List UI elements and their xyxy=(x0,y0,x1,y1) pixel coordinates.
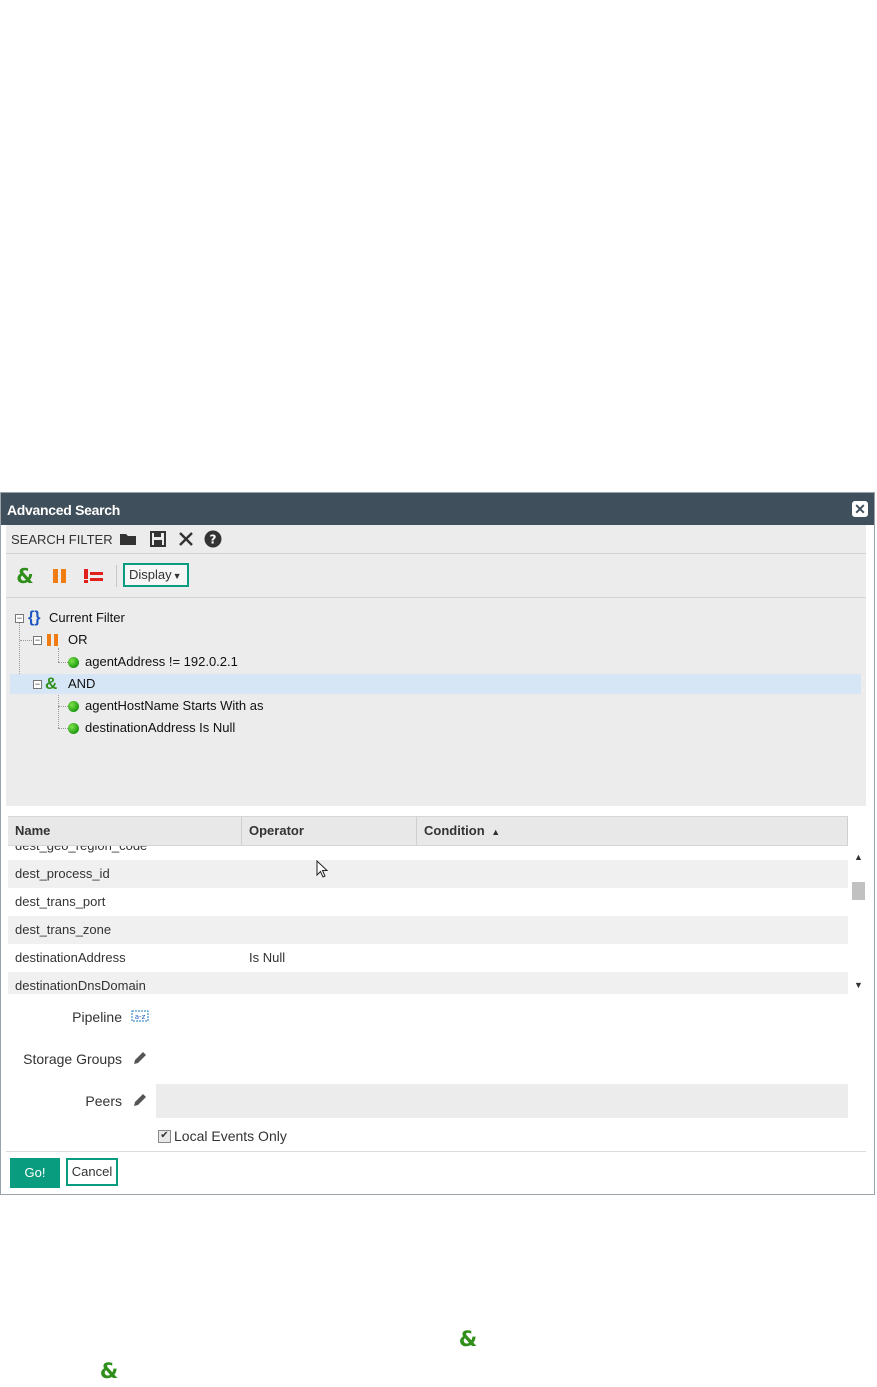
advanced-search-dialog: Advanced Search ✕ SEARCH FILTER ? & Disp… xyxy=(0,492,875,1195)
cell-name: dest_trans_port xyxy=(15,894,106,909)
help-icon[interactable]: ? xyxy=(204,530,222,548)
search-filter-bar: SEARCH FILTER ? xyxy=(6,525,866,554)
display-label: Display xyxy=(129,567,172,582)
table-row[interactable]: destinationDnsDomain xyxy=(8,972,848,994)
column-header-operator[interactable]: Operator xyxy=(242,817,417,845)
svg-text:&: & xyxy=(459,1327,477,1350)
storage-groups-label: Storage Groups xyxy=(23,1051,122,1067)
pipeline-label: Pipeline xyxy=(72,1009,122,1025)
not-icon[interactable] xyxy=(82,565,104,587)
cell-name: dest_trans_zone xyxy=(15,922,112,937)
peers-row: Peers xyxy=(6,1080,866,1123)
local-events-checkbox[interactable]: ✔ xyxy=(158,1130,171,1143)
cell-name: destinationDnsDomain xyxy=(15,978,146,993)
braces-icon: {} xyxy=(28,609,41,626)
tree-node-and[interactable]: − & AND xyxy=(10,674,861,694)
tree-connector xyxy=(58,662,68,663)
mouse-cursor-icon xyxy=(316,859,329,883)
edit-pencil-icon[interactable] xyxy=(132,1050,148,1071)
and-icon: & xyxy=(457,1326,479,1355)
condition-header-label: Condition xyxy=(424,823,485,838)
tree-node-or[interactable]: − OR xyxy=(28,630,328,650)
svg-text:?: ? xyxy=(210,533,217,547)
display-dropdown[interactable]: Display▼ xyxy=(123,563,189,587)
local-events-label: Local Events Only xyxy=(174,1128,287,1144)
table-row[interactable]: dest_geo_region_code xyxy=(8,846,848,860)
cell-name: destinationAddress xyxy=(15,950,126,965)
dialog-title: Advanced Search xyxy=(7,502,120,518)
go-button[interactable]: Go! xyxy=(10,1158,60,1188)
condition-dot-icon xyxy=(68,701,79,713)
tree-node-condition[interactable]: destinationAddress Is Null xyxy=(68,718,368,738)
table-row[interactable]: dest_process_id xyxy=(8,860,848,888)
and-icon: & xyxy=(98,1358,120,1387)
cell-operator: Is Null xyxy=(249,950,286,965)
cell-name: dest_geo_region_code xyxy=(15,846,147,860)
peers-field[interactable] xyxy=(156,1084,848,1118)
svg-text:&: & xyxy=(100,1359,118,1382)
table-row[interactable]: destinationAddress Is Null xyxy=(8,944,848,972)
tree-node-root[interactable]: − {} Current Filter xyxy=(10,608,310,628)
tree-condition-label: agentHostName Starts With as xyxy=(85,698,264,713)
tree-or-label: OR xyxy=(68,632,88,647)
storage-groups-row: Storage Groups xyxy=(6,1038,866,1081)
tree-node-condition[interactable]: agentHostName Starts With as xyxy=(68,696,368,716)
collapse-icon[interactable]: − xyxy=(33,680,42,689)
pipeline-icon[interactable]: a-z xyxy=(131,1009,149,1028)
column-header-name[interactable]: Name xyxy=(8,817,242,845)
close-icon[interactable]: ✕ xyxy=(852,501,868,517)
tree-connector xyxy=(58,728,68,729)
cancel-button[interactable]: Cancel xyxy=(66,1158,118,1186)
sort-asc-icon: ▲ xyxy=(491,827,501,837)
edit-pencil-icon[interactable] xyxy=(132,1092,148,1113)
tree-condition-label: destinationAddress Is Null xyxy=(85,720,236,735)
svg-text:&: & xyxy=(16,565,33,587)
tree-condition-label: agentAddress != 192.0.2.1 xyxy=(85,654,238,669)
and-icon[interactable]: & xyxy=(14,564,36,588)
clear-icon[interactable] xyxy=(177,530,195,548)
grid-scrollbar[interactable]: ▲ ▼ xyxy=(851,846,866,994)
filter-toolbar: & Display▼ xyxy=(6,554,866,598)
and-icon: & xyxy=(45,674,58,693)
dialog-titlebar: Advanced Search ✕ xyxy=(1,493,874,525)
tree-root-label: Current Filter xyxy=(49,610,125,625)
field-grid: Name Operator Condition ▲ dest_geo_regio… xyxy=(8,816,866,994)
search-filter-label: SEARCH FILTER xyxy=(11,532,113,547)
tree-and-label: AND xyxy=(68,676,96,691)
collapse-icon[interactable]: − xyxy=(15,614,24,623)
local-events-row: ✔ Local Events Only xyxy=(6,1122,866,1152)
tree-connector xyxy=(58,706,68,707)
tree-node-condition[interactable]: agentAddress != 192.0.2.1 xyxy=(68,652,368,672)
grid-header: Name Operator Condition ▲ xyxy=(8,816,848,846)
cell-name: dest_process_id xyxy=(15,866,110,881)
peers-label: Peers xyxy=(85,1093,122,1109)
collapse-icon[interactable]: − xyxy=(33,636,42,645)
scroll-down-icon[interactable]: ▼ xyxy=(854,980,863,990)
table-row[interactable]: dest_trans_zone xyxy=(8,916,848,944)
svg-text:a-z: a-z xyxy=(135,1013,146,1021)
column-header-condition[interactable]: Condition ▲ xyxy=(417,817,848,845)
scrollbar-thumb[interactable] xyxy=(852,882,865,900)
folder-icon[interactable] xyxy=(119,530,137,548)
tree-connector xyxy=(58,692,59,728)
condition-dot-icon xyxy=(68,723,79,735)
caret-down-icon: ▼ xyxy=(172,571,182,581)
pipeline-row: Pipeline a-z xyxy=(6,996,866,1039)
grid-body: dest_geo_region_code dest_process_id des… xyxy=(8,846,848,994)
table-row[interactable]: dest_trans_port xyxy=(8,888,848,916)
filter-tree: − {} Current Filter − OR agentAddress !=… xyxy=(6,598,866,806)
or-icon xyxy=(45,633,61,653)
or-icon[interactable] xyxy=(49,565,71,587)
save-icon[interactable] xyxy=(149,530,167,548)
scroll-up-icon[interactable]: ▲ xyxy=(854,852,863,862)
condition-dot-icon xyxy=(68,657,79,669)
toolbar-divider xyxy=(116,565,117,587)
